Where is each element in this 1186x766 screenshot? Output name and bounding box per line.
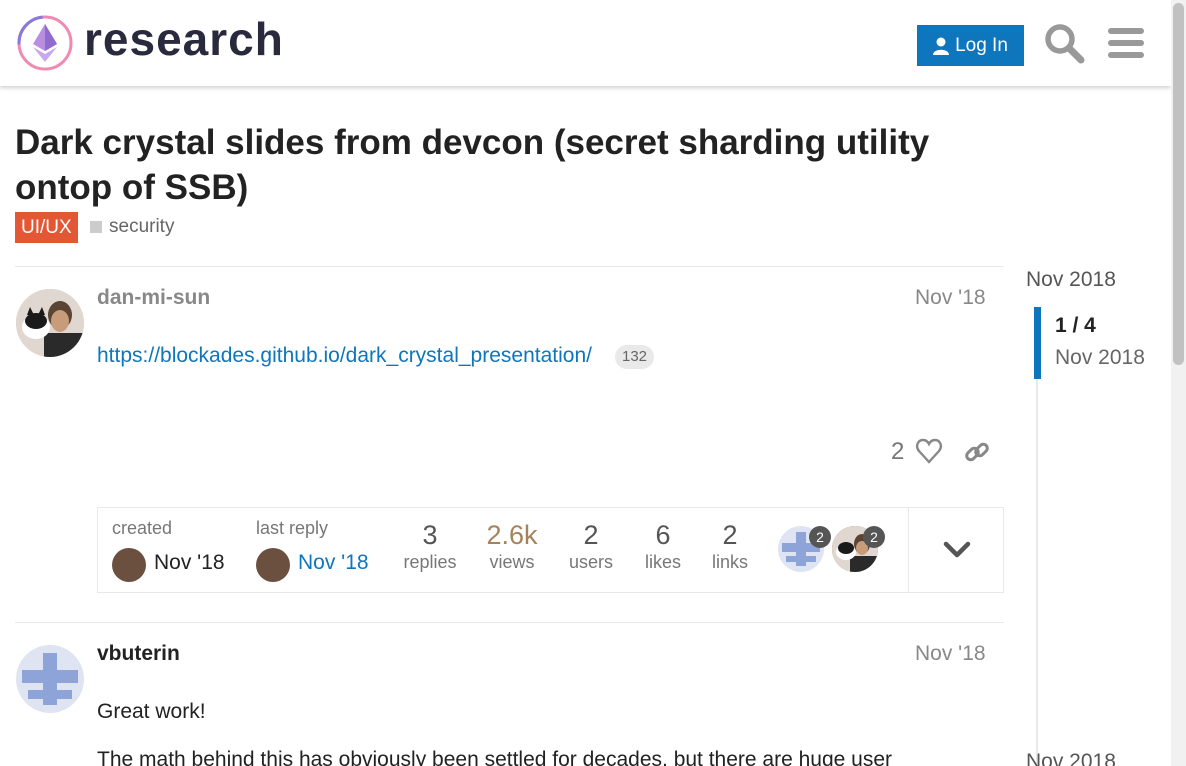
stat-label: likes — [644, 552, 681, 572]
user-icon — [933, 37, 950, 55]
share-link-icon[interactable] — [963, 438, 991, 466]
timeline-start-date[interactable]: Nov 2018 — [1026, 268, 1116, 292]
stat-value: 2 — [722, 520, 738, 550]
hamburger-menu-icon[interactable] — [1105, 22, 1147, 64]
heart-icon[interactable] — [915, 437, 943, 465]
avatar-image — [16, 289, 84, 357]
stat-label: links — [711, 552, 748, 572]
avatar[interactable] — [16, 289, 84, 357]
timeline-end-date[interactable]: Nov 2018 — [1026, 750, 1116, 766]
likes-count[interactable]: 2 — [891, 438, 904, 466]
last-reply-date[interactable]: Nov '18 — [298, 551, 369, 575]
participant-post-count: 2 — [809, 526, 831, 548]
stat-links: 2 links — [695, 520, 765, 574]
tag-square-icon — [90, 221, 102, 233]
stat-value: 2.6k — [486, 520, 538, 550]
participant-post-count: 2 — [863, 526, 885, 548]
login-button[interactable]: Log In — [917, 25, 1024, 66]
expand-topic-map-button[interactable] — [908, 508, 1004, 592]
login-label: Log In — [955, 34, 1008, 56]
ethereum-research-logo[interactable] — [16, 14, 74, 72]
avatar-image — [16, 645, 84, 713]
category-badge[interactable]: UI/UX — [15, 212, 78, 243]
stat-value: 3 — [422, 520, 438, 550]
timeline-position: 1 / 4 — [1055, 314, 1096, 337]
post-body-paragraph: Great work! — [97, 700, 206, 723]
created-date[interactable]: Nov '18 — [154, 551, 225, 575]
avatar[interactable] — [256, 548, 290, 582]
post-username[interactable]: vbuterin — [97, 642, 180, 666]
post-date[interactable]: Nov '18 — [915, 642, 986, 666]
post-date[interactable]: Nov '18 — [915, 286, 986, 310]
search-icon[interactable] — [1043, 22, 1085, 64]
stat-likes: 6 likes — [628, 520, 698, 574]
timeline-scroll-handle[interactable] — [1034, 307, 1041, 379]
stat-value: 6 — [655, 520, 671, 550]
stat-label: views — [489, 552, 535, 572]
site-logo-text[interactable]: research — [84, 12, 284, 66]
last-reply-label: last reply — [256, 518, 329, 538]
avatar[interactable] — [16, 645, 84, 713]
stat-views: 2.6k views — [477, 520, 547, 574]
created-label: created — [112, 518, 173, 538]
divider — [15, 622, 1004, 623]
timeline-current-date: Nov 2018 — [1055, 346, 1145, 369]
post-body-paragraph: The math behind this has obviously been … — [97, 748, 893, 766]
stat-users: 2 users — [556, 520, 626, 574]
scrollbar-thumb[interactable] — [1173, 3, 1184, 365]
stat-replies: 3 replies — [395, 520, 465, 574]
tag-security[interactable]: security — [90, 216, 174, 238]
tag-label: security — [109, 216, 175, 237]
stat-value: 2 — [583, 520, 599, 550]
link-click-count: 132 — [615, 345, 655, 369]
page-scrollbar[interactable] — [1171, 0, 1186, 766]
chevron-down-icon — [943, 541, 970, 558]
topic-map: created Nov '18 last reply Nov '18 3 rep… — [97, 507, 1004, 593]
avatar[interactable] — [112, 548, 146, 582]
stat-label: replies — [403, 552, 457, 572]
divider — [15, 266, 1004, 267]
post-link[interactable]: https://blockades.github.io/dark_crystal… — [97, 344, 592, 368]
stat-label: users — [568, 552, 613, 572]
topic-title[interactable]: Dark crystal slides from devcon (secret … — [15, 120, 1025, 210]
site-header: research Log In — [0, 0, 1171, 86]
post-username[interactable]: dan-mi-sun — [97, 286, 210, 310]
